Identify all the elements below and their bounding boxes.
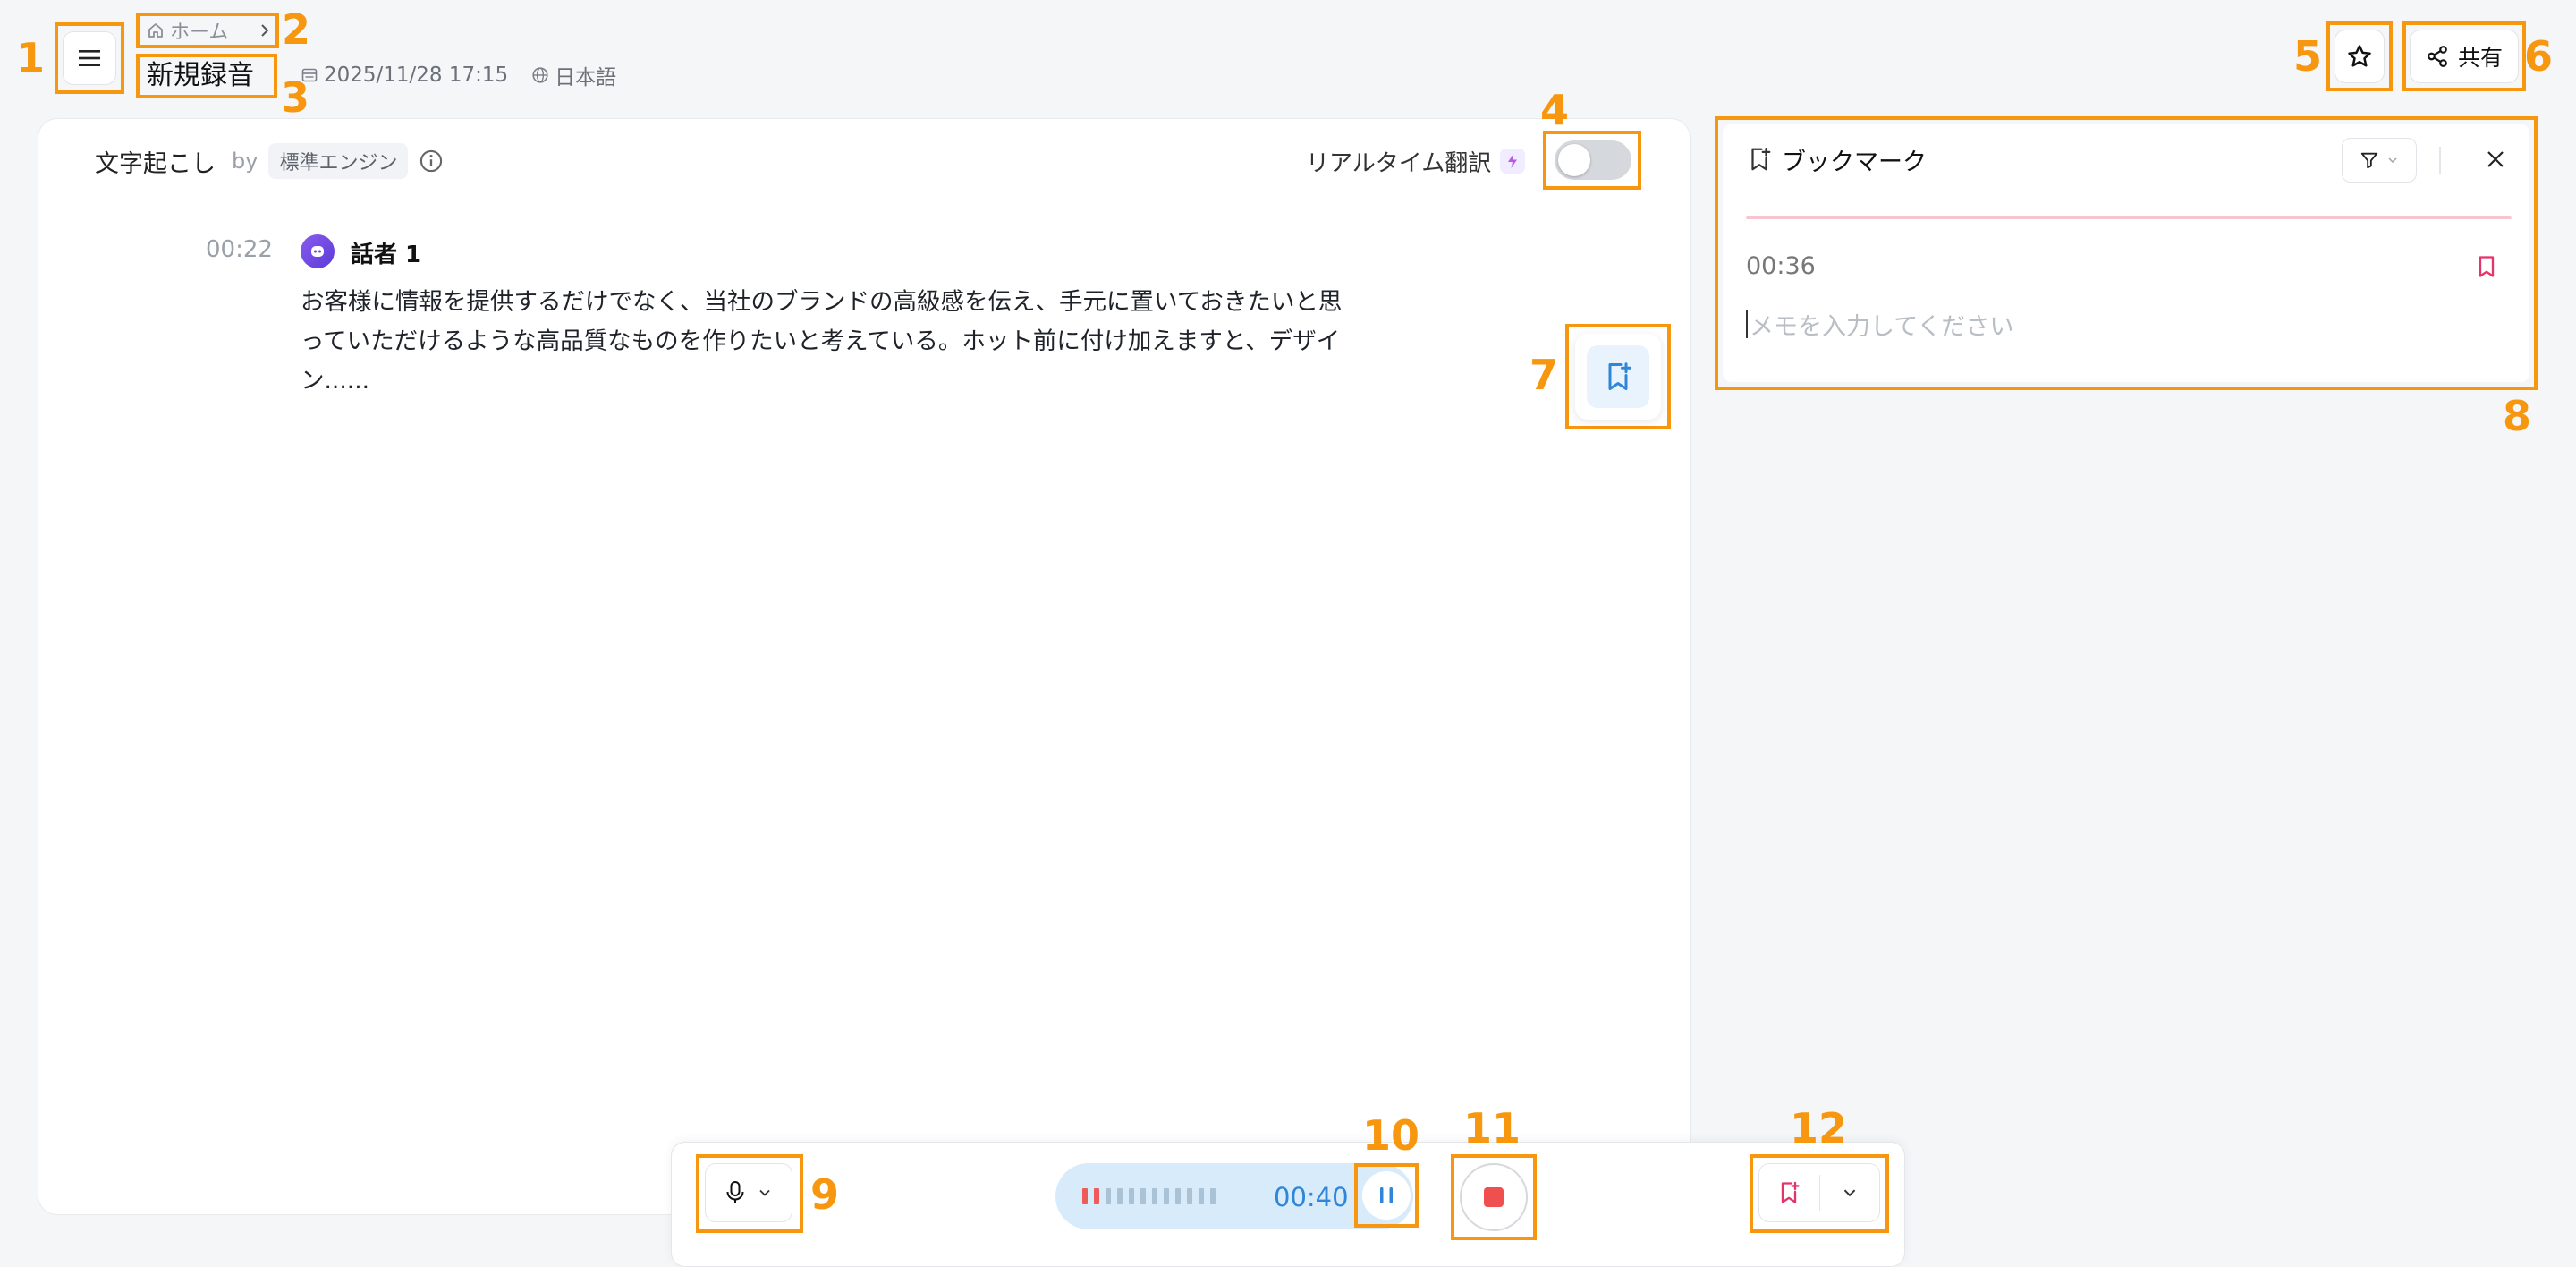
- level-bar: [1140, 1188, 1146, 1204]
- ai-spark-icon: [1500, 149, 1526, 174]
- close-bookmark-panel-button[interactable]: [2476, 140, 2515, 179]
- microphone-dropdown[interactable]: [705, 1163, 792, 1222]
- bookmark-panel-header: ブックマーク: [1746, 141, 1927, 177]
- bookmark-panel-title: ブックマーク: [1782, 148, 1927, 176]
- speaker-name[interactable]: 話者 1: [351, 236, 421, 269]
- speaker-avatar: [301, 234, 335, 268]
- annotation-10: 10: [1362, 1111, 1420, 1160]
- info-icon[interactable]: [419, 149, 444, 174]
- hamburger-icon: [79, 50, 100, 66]
- audio-level-meter: [1082, 1188, 1216, 1204]
- level-bar: [1187, 1188, 1192, 1204]
- entry-line: お客様に情報を提供するだけでなく、当社のブランドの高級感を伝え、手元に置いておき…: [301, 288, 1343, 316]
- realtime-translation-text: リアルタイム翻訳: [1306, 149, 1492, 177]
- pause-button[interactable]: [1362, 1171, 1411, 1220]
- annotation-2: 2: [282, 5, 311, 54]
- transcript-entry[interactable]: 00:22 話者 1 お客様に情報を提供するだけでなく、当社のブランドの高級感を…: [179, 231, 1431, 410]
- breadcrumb[interactable]: ホーム: [147, 16, 273, 45]
- chevron-down-icon: [1843, 1189, 1856, 1197]
- chevron-right-icon: [261, 24, 269, 37]
- entry-text: お客様に情報を提供するだけでなく、当社のブランドの高級感を伝え、手元に置いておき…: [301, 283, 1342, 401]
- level-bar: [1129, 1188, 1134, 1204]
- bookmark-split-button: [1758, 1163, 1880, 1222]
- realtime-translation-label: リアルタイム翻訳: [1306, 143, 1526, 179]
- transcript-by: by: [232, 149, 258, 174]
- pause-icon: [1380, 1187, 1393, 1203]
- bookmark-pink-divider: [1746, 216, 2512, 219]
- bookmark-filter-dropdown[interactable]: [2342, 138, 2417, 183]
- bookmark-memo-input[interactable]: メモを入力してください: [1746, 306, 2462, 342]
- engine-badge[interactable]: 標準エンジン: [268, 143, 409, 179]
- annotation-9: 9: [810, 1170, 840, 1219]
- menu-button[interactable]: [63, 31, 116, 85]
- annotation-4: 4: [1540, 86, 1570, 134]
- level-bar: [1152, 1188, 1157, 1204]
- entry-line: っていただけるような高品質なものを作りたいと考えている。ホット前に付け加えますと…: [301, 327, 1341, 355]
- text-caret: [1746, 310, 1748, 338]
- add-bookmark-floating-button[interactable]: [1575, 334, 1661, 420]
- recording-date: 2025/11/28 17:15: [324, 64, 509, 87]
- microphone-icon: [726, 1181, 744, 1203]
- annotation-7: 7: [1530, 351, 1559, 399]
- annotation-8: 8: [2503, 392, 2532, 440]
- bookmark-outline-icon: [1751, 148, 1771, 171]
- page-title[interactable]: 新規録音: [147, 56, 254, 96]
- elapsed-time: 00:40: [1274, 1182, 1349, 1212]
- recording-meta: 2025/11/28 17:15 日本語: [301, 61, 616, 89]
- stop-icon: [1484, 1187, 1504, 1207]
- chevron-down-icon: [2388, 157, 2397, 164]
- star-icon: [2348, 45, 2371, 67]
- bookmark-plus-icon: [1782, 1181, 1800, 1203]
- add-bookmark-icon-bg: [1587, 345, 1649, 408]
- realtime-translation-toggle[interactable]: [1555, 140, 1631, 180]
- toggle-knob: [1558, 144, 1590, 176]
- share-button[interactable]: 共有: [2410, 30, 2519, 83]
- globe-icon: [532, 67, 548, 83]
- level-bar: [1164, 1188, 1169, 1204]
- breadcrumb-home-label: ホーム: [170, 21, 229, 44]
- add-bookmark-button[interactable]: [1759, 1164, 1819, 1221]
- transcript-heading: 文字起こし: [95, 149, 216, 178]
- bookmark-filled-icon[interactable]: [2474, 254, 2499, 279]
- bookmark-options-dropdown[interactable]: [1820, 1164, 1880, 1221]
- bookmark-item[interactable]: 00:36 メモを入力してください: [1746, 249, 2512, 356]
- favorite-button[interactable]: [2334, 30, 2385, 83]
- level-bar: [1175, 1188, 1181, 1204]
- level-bar: [1082, 1188, 1088, 1204]
- bookmark-time[interactable]: 00:36: [1746, 252, 1816, 280]
- annotation-1: 1: [16, 34, 46, 82]
- close-icon: [2487, 151, 2504, 167]
- filter-icon: [2360, 152, 2378, 169]
- bookmark-memo-placeholder: メモを入力してください: [1750, 312, 2014, 341]
- level-bar: [1106, 1188, 1111, 1204]
- bookmark-plus-icon: [1608, 362, 1631, 390]
- stop-recording-button[interactable]: [1460, 1163, 1528, 1231]
- level-bar: [1117, 1188, 1123, 1204]
- home-icon: [148, 23, 163, 38]
- header-divider: [2439, 147, 2441, 174]
- level-bar: [1199, 1188, 1204, 1204]
- level-bar: [1210, 1188, 1216, 1204]
- chevron-down-icon: [759, 1189, 770, 1196]
- entry-line: ン......: [301, 367, 370, 395]
- transcript-header: 文字起こし by 標準エンジン: [95, 143, 444, 179]
- calendar-icon: [301, 68, 318, 82]
- bot-face-icon: [311, 246, 324, 257]
- annotation-12: 12: [1790, 1104, 1848, 1152]
- annotation-6: 6: [2524, 32, 2554, 81]
- annotation-5: 5: [2293, 32, 2323, 81]
- level-bar: [1094, 1188, 1099, 1204]
- share-label: 共有: [2457, 45, 2503, 71]
- share-icon: [2428, 46, 2447, 67]
- entry-timestamp[interactable]: 00:22: [206, 236, 273, 263]
- recording-language: 日本語: [555, 66, 617, 89]
- annotation-11: 11: [1463, 1104, 1521, 1152]
